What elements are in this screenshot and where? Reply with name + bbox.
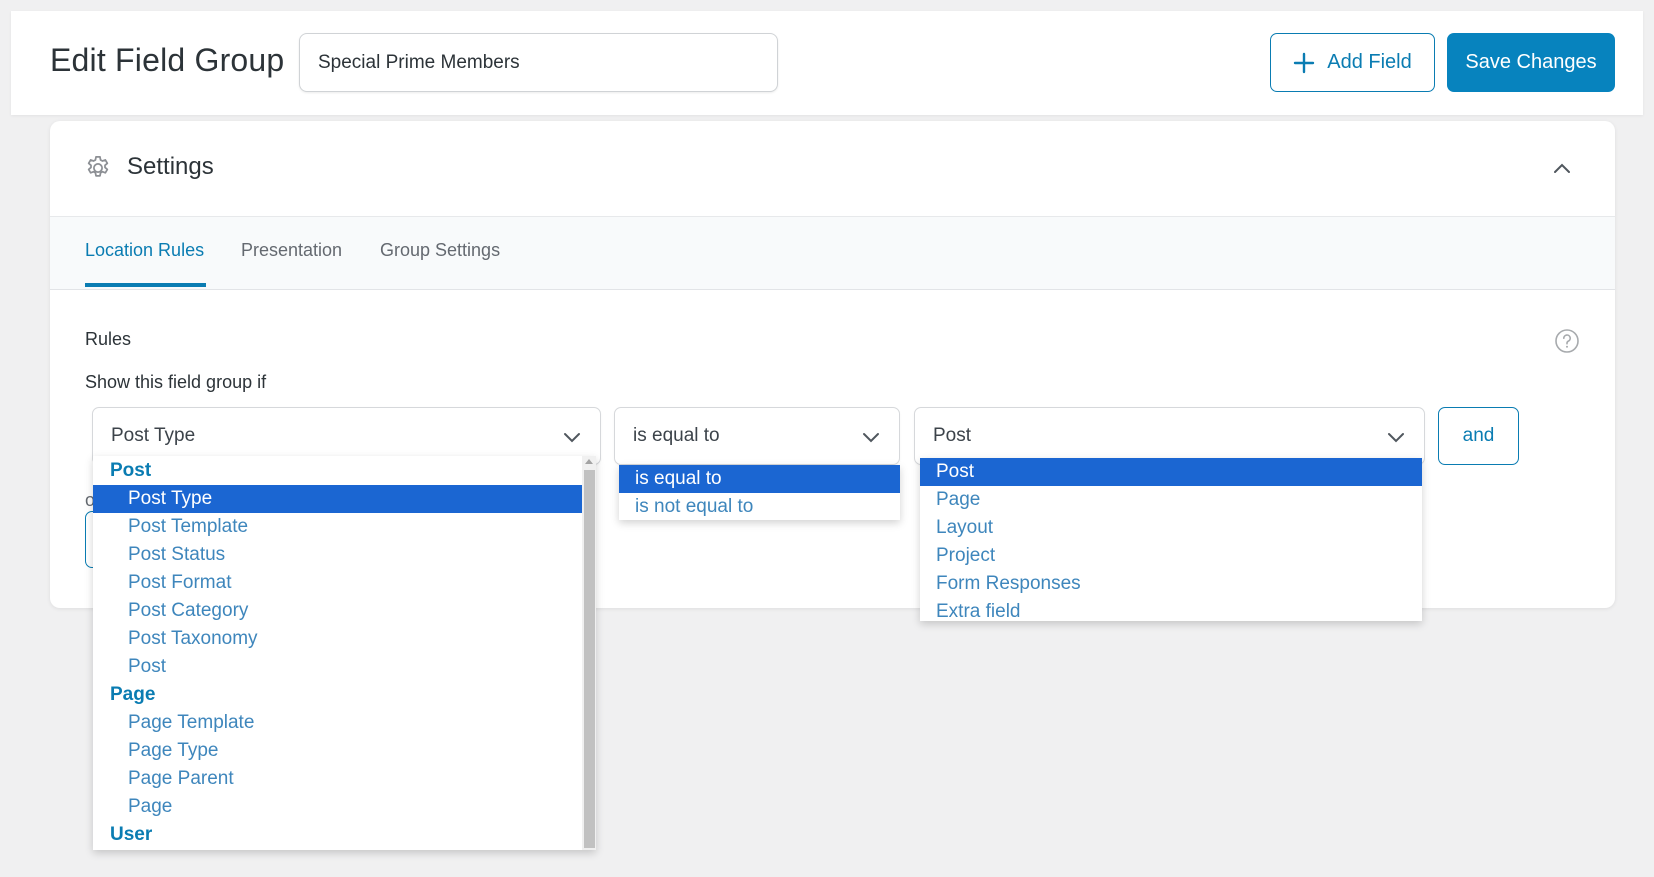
scroll-up-arrow[interactable] (585, 459, 593, 464)
settings-title: Settings (127, 153, 214, 180)
dropdown-option[interactable]: is not equal to (619, 493, 900, 520)
dropdown-option[interactable]: Post (93, 653, 582, 681)
dropdown-option[interactable]: Page Parent (93, 765, 582, 793)
dropdown-option[interactable]: Page (93, 793, 582, 821)
rule-value-select[interactable]: Post (914, 407, 1425, 465)
dropdown-option[interactable]: is equal to (619, 465, 900, 493)
option-group-label: Page (110, 684, 156, 705)
page-title: Edit Field Group (50, 42, 285, 78)
rule-operator-value: is equal to (633, 425, 720, 446)
dropdown-option[interactable]: Project (920, 542, 1422, 570)
chevron-down-icon (1388, 433, 1404, 443)
rule-operator-select[interactable]: is equal to (614, 407, 900, 465)
dropdown-option[interactable]: Post (920, 458, 1422, 486)
add-field-label: Add Field (1327, 51, 1412, 73)
gear-icon (87, 156, 109, 177)
rule-value-value: Post (933, 425, 972, 446)
field-group-title-input[interactable] (299, 33, 778, 92)
show-if-label: Show this field group if (85, 372, 267, 392)
chevron-up-icon[interactable] (1550, 157, 1574, 181)
scrollbar[interactable] (582, 456, 596, 850)
dropdown-option[interactable]: Page Template (93, 709, 582, 737)
dropdown-option[interactable]: Extra field (920, 598, 1422, 621)
add-field-button[interactable]: Add Field (1270, 33, 1435, 92)
dropdown-option[interactable]: Page (920, 486, 1422, 514)
tabs-bar: Location Rules Presentation Group Settin… (50, 217, 1615, 290)
save-changes-button[interactable]: Save Changes (1447, 33, 1615, 92)
tab-location-rules[interactable]: Location Rules (85, 240, 204, 261)
option-group-label: User (110, 824, 153, 845)
dropdown-option[interactable]: Post Type (93, 485, 582, 513)
dropdown-option[interactable]: Post Template (93, 513, 582, 541)
operator-dropdown-list: is equal to is not equal to (619, 465, 900, 520)
rules-label: Rules (85, 329, 132, 349)
option-group-label: Post (110, 460, 152, 481)
value-dropdown-list: Post Page Layout Project Form Responses Extra… (920, 458, 1422, 621)
chevron-down-icon (863, 433, 879, 443)
dropdown-option[interactable]: Form Responses (920, 570, 1422, 598)
chevron-down-icon (564, 433, 580, 443)
scrollbar-thumb[interactable] (584, 470, 595, 848)
dropdown-option[interactable]: Post Category (93, 597, 582, 625)
dropdown-option[interactable]: Post Status (93, 541, 582, 569)
tab-group-settings[interactable]: Group Settings (380, 240, 500, 261)
plus-icon (1294, 52, 1315, 73)
add-and-rule-button[interactable]: and (1438, 407, 1519, 465)
active-tab-indicator (85, 283, 206, 287)
dropdown-option[interactable]: Post Format (93, 569, 582, 597)
settings-header[interactable]: Settings (50, 121, 1615, 217)
param-dropdown-list: Post Post Type Post Template Post Status Pos… (93, 456, 596, 850)
dropdown-option[interactable]: Page Type (93, 737, 582, 765)
dropdown-option[interactable]: Layout (920, 514, 1422, 542)
help-icon[interactable] (1554, 328, 1580, 354)
tab-presentation[interactable]: Presentation (241, 240, 342, 261)
rule-param-value: Post Type (111, 425, 196, 446)
dropdown-option[interactable]: Post Taxonomy (93, 625, 582, 653)
